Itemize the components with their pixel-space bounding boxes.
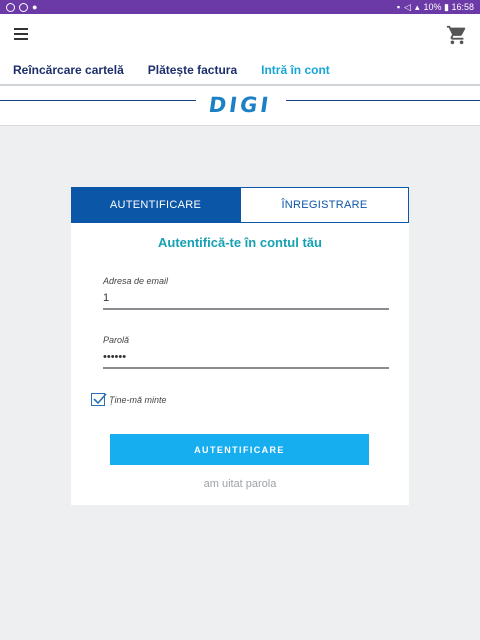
email-input[interactable]: 1 [103, 291, 389, 305]
password-label: Parolă [103, 335, 130, 345]
login-button[interactable]: AUTENTIFICARE [110, 434, 369, 465]
logo-rule [286, 100, 480, 101]
checkbox[interactable] [91, 393, 107, 406]
login-card: AUTENTIFICARE ÎNREGISTRARE Autentifică-t… [71, 187, 409, 505]
remember-me-label: Ține-mă minte [109, 394, 167, 405]
nav-recharge[interactable]: Reîncărcare cartelă [13, 63, 124, 77]
status-text: 10% ▮ 16:58 [423, 1, 475, 12]
password-underline [103, 367, 389, 369]
email-field[interactable]: Adresa de email 1 [103, 276, 389, 310]
forgot-password-link[interactable]: am uitat parola [71, 478, 409, 490]
remember-me-checkbox[interactable]: Ține-mă minte [91, 393, 167, 406]
android-icon: ● [32, 1, 38, 12]
tab-register[interactable]: ÎNREGISTRARE [240, 187, 409, 223]
logo-band: DIGI [0, 86, 480, 126]
status-bar: ● ▪ ◁ ▴ 10% ▮ 16:58 [0, 0, 480, 14]
app-bar [0, 14, 480, 56]
hamburger-icon[interactable] [14, 28, 28, 40]
nav-pay-bill[interactable]: Plătește factura [148, 63, 237, 77]
logo-rule [0, 100, 196, 101]
battery-status-icon: ▪ [396, 1, 401, 12]
form-title: Autentifică-te în contul tău [158, 235, 322, 250]
status-left: ● [6, 1, 38, 12]
auth-tabs: AUTENTIFICARE ÎNREGISTRARE [71, 187, 409, 223]
email-underline [103, 308, 389, 310]
status-right: ▪ ◁ ▴ 10% ▮ 16:58 [397, 2, 474, 13]
checkmark-icon [93, 393, 107, 405]
digi-logo: DIGI [207, 93, 273, 117]
tab-login[interactable]: AUTENTIFICARE [71, 187, 240, 223]
nav-login[interactable]: Intră în cont [261, 63, 330, 77]
signal-icon: ▴ [414, 1, 420, 12]
notification-icon [6, 2, 15, 12]
email-label: Adresa de email [103, 276, 169, 286]
top-nav: Reîncărcare cartelă Plătește factura Int… [0, 56, 480, 84]
password-input[interactable]: •••••• [103, 350, 389, 364]
mute-icon: ◁ [404, 1, 411, 12]
password-field[interactable]: Parolă •••••• [103, 335, 389, 369]
cart-icon[interactable] [446, 24, 468, 46]
notification-icon [19, 2, 28, 12]
